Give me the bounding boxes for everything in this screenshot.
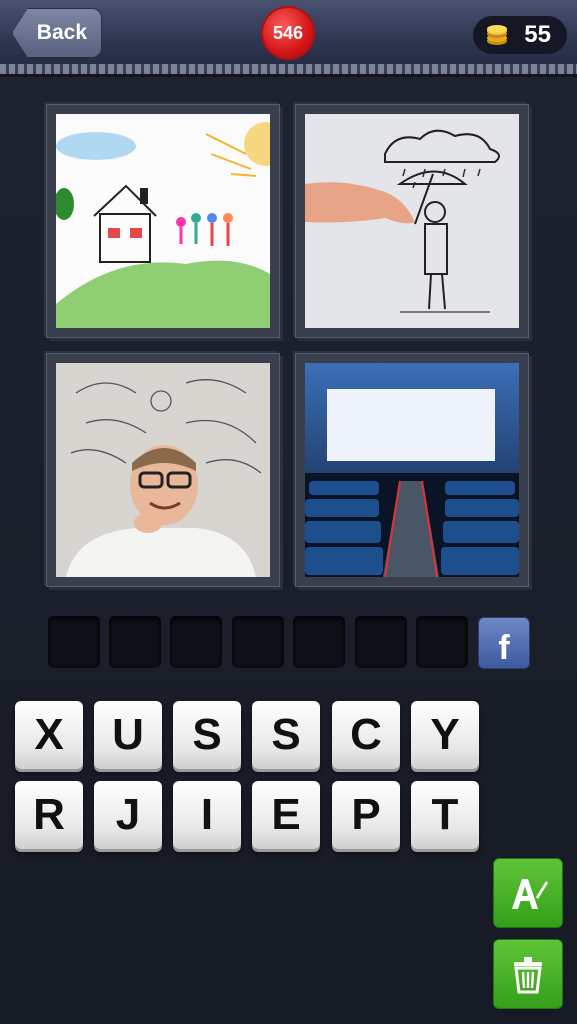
letter-tile-3[interactable]: S bbox=[173, 701, 241, 769]
facebook-share-button[interactable]: f bbox=[478, 617, 530, 669]
answer-slot-5[interactable] bbox=[293, 616, 345, 668]
answer-slot-2[interactable] bbox=[109, 616, 161, 668]
coin-stack-icon bbox=[487, 25, 507, 45]
umbrella-sketch-image bbox=[305, 114, 519, 328]
answer-slot-6[interactable] bbox=[355, 616, 407, 668]
back-button-label: Back bbox=[36, 21, 87, 44]
letter-tile-4[interactable]: S bbox=[252, 701, 320, 769]
letter-tile-10[interactable]: E bbox=[252, 781, 320, 849]
letter-tile-5[interactable]: C bbox=[332, 701, 400, 769]
letter-tile-12[interactable]: T bbox=[411, 781, 479, 849]
answer-slot-7[interactable] bbox=[416, 616, 468, 668]
level-number: 546 bbox=[272, 22, 304, 43]
letter-tile-6[interactable]: Y bbox=[411, 701, 479, 769]
picture-1[interactable] bbox=[46, 104, 280, 338]
letter-tile-9[interactable]: I bbox=[173, 781, 241, 849]
back-button[interactable]: Back bbox=[12, 8, 102, 58]
answer-slot-4[interactable] bbox=[232, 616, 284, 668]
letter-tile-8[interactable]: J bbox=[94, 781, 162, 849]
remove-letters-button[interactable] bbox=[493, 939, 563, 1009]
picture-2[interactable] bbox=[295, 104, 529, 338]
letter-tile-11[interactable]: P bbox=[332, 781, 400, 849]
cinema-screen-image bbox=[305, 363, 519, 577]
answer-slot-3[interactable] bbox=[170, 616, 222, 668]
picture-3[interactable] bbox=[46, 353, 280, 587]
facebook-icon: f bbox=[498, 629, 510, 667]
child-drawing-image bbox=[56, 114, 270, 328]
letter-tile-2[interactable]: U bbox=[94, 701, 162, 769]
reveal-letter-button[interactable] bbox=[493, 858, 563, 928]
reveal-letter-icon bbox=[512, 879, 548, 909]
answer-slot-1[interactable] bbox=[48, 616, 100, 668]
trash-icon bbox=[514, 957, 542, 994]
top-bar-stitching bbox=[0, 64, 577, 74]
thinking-man-image bbox=[56, 363, 270, 577]
coin-counter[interactable]: 55 bbox=[473, 16, 567, 54]
letter-tile-1[interactable]: X bbox=[15, 701, 83, 769]
letter-tile-7[interactable]: R bbox=[15, 781, 83, 849]
top-bar-divider bbox=[0, 74, 577, 77]
picture-4[interactable] bbox=[295, 353, 529, 587]
coin-count: 55 bbox=[524, 21, 551, 48]
level-badge: 546 bbox=[263, 8, 313, 58]
